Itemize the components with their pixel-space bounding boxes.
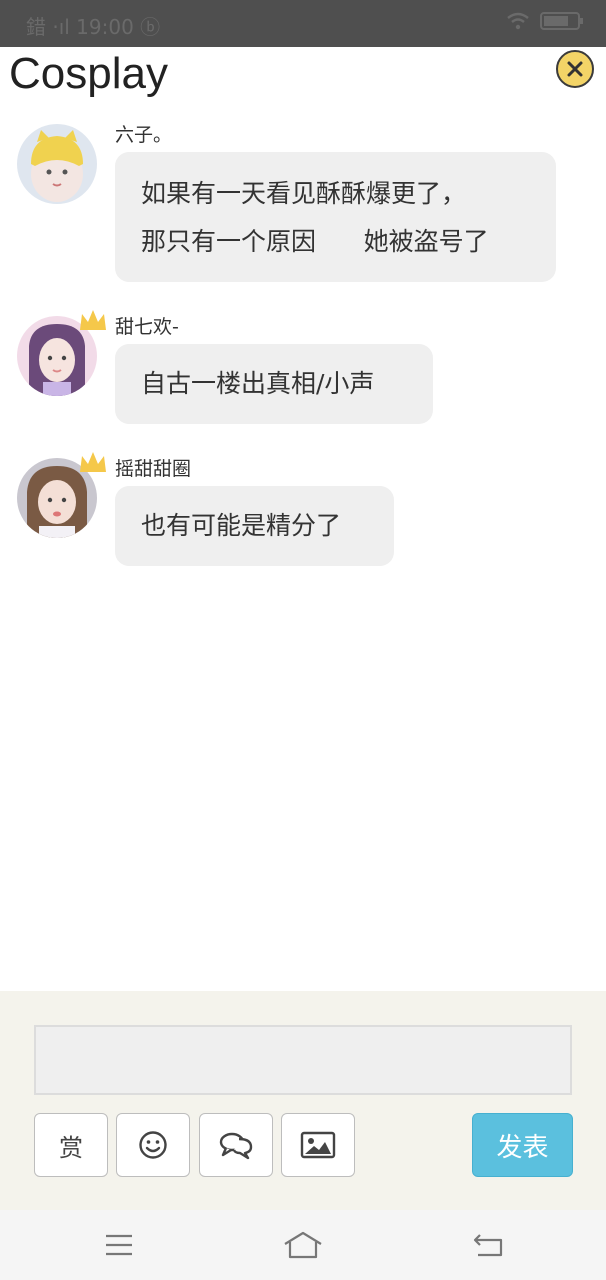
close-icon (567, 61, 583, 77)
menu-button[interactable] (99, 1228, 139, 1262)
home-icon (284, 1231, 322, 1259)
status-icons (506, 12, 583, 30)
message-text-line: 那只有一个原因 她被盗号了 (141, 227, 489, 256)
send-button[interactable]: 发表 (472, 1113, 573, 1177)
back-button[interactable] (468, 1228, 508, 1262)
reward-button[interactable]: 赏 (34, 1113, 108, 1177)
wifi-icon (507, 12, 529, 30)
comment-button[interactable] (199, 1113, 273, 1177)
message-username[interactable]: 六子。 (115, 120, 172, 147)
emoji-icon (139, 1131, 167, 1159)
message-bubble: 自古一楼出真相/小声 (115, 344, 433, 424)
message-text-line: 自古一楼出真相/小声 (141, 369, 375, 398)
close-button[interactable] (556, 50, 594, 88)
status-bar: 錯 ·ıl 19:00 ⓑ (0, 0, 606, 47)
image-button[interactable] (281, 1113, 355, 1177)
menu-icon (106, 1234, 132, 1256)
header: Cosplay (0, 47, 606, 109)
crown-icon (80, 310, 106, 330)
back-icon (473, 1234, 503, 1257)
comment-input[interactable] (34, 1025, 572, 1095)
composer: 赏 发表 (0, 991, 606, 1210)
emoji-button[interactable] (116, 1113, 190, 1177)
avatar[interactable] (17, 124, 97, 204)
navigation-bar (0, 1210, 606, 1280)
image-icon (300, 1131, 336, 1159)
reward-icon: 赏 (59, 1133, 83, 1162)
message-username[interactable]: 甜七欢- (115, 312, 179, 339)
home-button[interactable] (283, 1228, 323, 1262)
comment-icon (219, 1132, 253, 1160)
avatar-image (17, 124, 97, 204)
crown-icon (80, 452, 106, 472)
message-bubble: 如果有一天看见酥酥爆更了， 那只有一个原因 她被盗号了 (115, 152, 556, 282)
battery-icon (540, 12, 583, 30)
message-text-line: 也有可能是精分了 (141, 511, 342, 540)
page-title: Cosplay (9, 49, 168, 98)
message-text-line: 如果有一天看见酥酥爆更了， (141, 179, 467, 208)
status-left-text: 錯 ·ıl 19:00 ⓑ (26, 15, 161, 39)
message-bubble: 也有可能是精分了 (115, 486, 394, 566)
message-username[interactable]: 摇甜甜圈 (115, 454, 191, 481)
